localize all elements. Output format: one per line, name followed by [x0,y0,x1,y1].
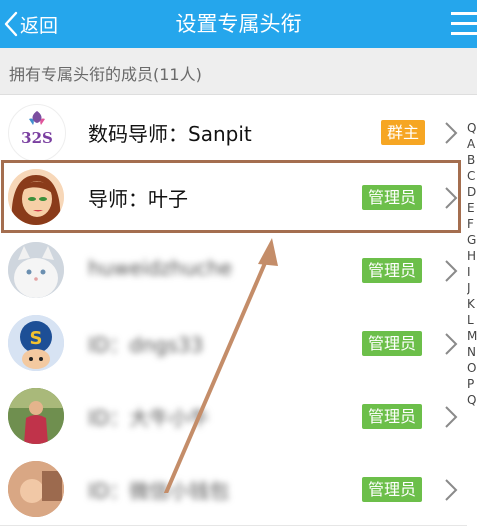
member-name: ID：大牛小牛 [88,406,210,430]
avatar: 32S [8,104,66,162]
cat-avatar-icon [8,242,64,298]
admin-badge: 管理员 [362,477,423,502]
page-title: 设置专属头衔 [175,12,302,36]
index-letter[interactable]: A [467,136,477,152]
admin-badge: 管理员 [362,185,423,210]
member-row-owner[interactable]: 32S 数码导师：Sanpit 群主 [0,95,467,169]
admin-badge: 管理员 [362,404,423,429]
member-row-yezi[interactable]: 导师：叶子 管理员 [0,160,467,234]
index-letter[interactable]: E [467,200,477,216]
member-row[interactable]: ID：微信小钱包 管理员 [0,452,467,526]
index-letter[interactable]: P [467,376,477,392]
member-row[interactable]: S ID：dngs33 管理员 [0,306,467,380]
chevron-right-icon [445,260,458,282]
member-name: 导师：叶子 [88,187,188,211]
chevron-right-icon [445,187,458,209]
owner-badge: 群主 [381,120,426,145]
index-letter[interactable]: L [467,312,477,328]
member-count-label: 拥有专属头衔的成员(11人) [9,65,202,84]
index-letter[interactable]: C [467,168,477,184]
chevron-left-icon [4,11,18,37]
admin-badge: 管理员 [362,331,423,356]
index-letter[interactable]: K [467,296,477,312]
member-row[interactable]: ID：大牛小牛 管理员 [0,379,467,453]
svg-text:S: S [30,328,43,349]
index-letter[interactable]: O [467,360,477,376]
member-name: huweidzhuche [88,256,233,280]
member-name: 数码导师：Sanpit [88,122,252,146]
person-photo-icon [8,388,64,444]
child-photo-icon [8,461,64,517]
avatar: S [8,315,64,371]
avatar [8,388,64,444]
back-button[interactable]: 返回 [4,4,58,44]
back-label: 返回 [20,14,59,37]
member-name: ID：dngs33 [88,333,204,357]
mascot-avatar-icon: S [8,315,64,371]
index-letter[interactable]: D [467,184,477,200]
index-letter[interactable]: B [467,152,477,168]
member-count-section: 拥有专属头衔的成员(11人) [0,48,477,95]
member-name: ID：微信小钱包 [88,479,230,503]
avatar [8,242,64,298]
admin-badge: 管理员 [362,258,423,283]
avatar [8,169,64,225]
chevron-right-icon [445,479,458,501]
avatar [8,461,64,517]
girl-avatar-icon [8,169,64,225]
index-letter[interactable]: M [467,328,477,344]
index-letter[interactable]: J [467,280,477,296]
index-letter[interactable]: G [467,232,477,248]
member-row[interactable]: huweidzhuche 管理员 [0,233,467,307]
index-letter[interactable]: N [467,344,477,360]
shop-logo-text: 32S [21,129,53,147]
index-letter[interactable]: Q [467,120,477,136]
chevron-right-icon [445,406,458,428]
alphabet-index-bar[interactable]: QABCDEFGHIJKLMNOPQ [467,120,477,493]
index-letter[interactable]: H [467,248,477,264]
chevron-right-icon [445,333,458,355]
index-letter[interactable]: I [467,264,477,280]
menu-icon[interactable] [447,8,477,40]
index-letter[interactable]: F [467,216,477,232]
index-letter[interactable]: Q [467,392,477,408]
chevron-right-icon [445,122,458,144]
app-header: 返回 设置专属头衔 [0,0,477,48]
